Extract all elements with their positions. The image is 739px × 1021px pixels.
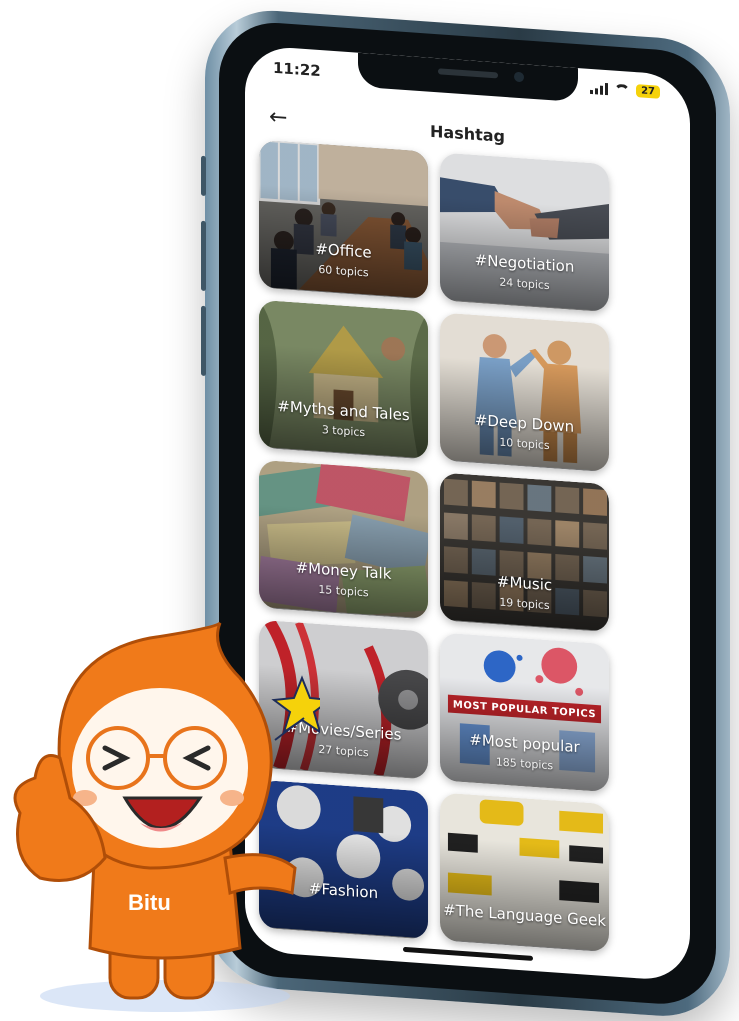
battery-badge: 27 xyxy=(636,84,660,99)
mascot-bitu: Bitu xyxy=(0,618,320,1018)
hashtag-card-language-geek[interactable]: #The Language Geek xyxy=(440,792,609,952)
front-camera xyxy=(513,71,524,83)
mascot-illustration xyxy=(13,621,320,1000)
home-indicator[interactable] xyxy=(402,946,533,961)
hashtag-card-deep-down[interactable]: #Deep Down 10 topics xyxy=(440,312,609,472)
volume-down-button xyxy=(201,305,206,377)
status-time: 11:22 xyxy=(273,58,321,81)
speaker xyxy=(437,68,498,79)
hashtag-card-most-popular[interactable]: MOST POPULAR TOPICS #Most popular 185 to… xyxy=(440,632,609,792)
wifi-icon xyxy=(614,83,630,96)
volume-up-button xyxy=(201,220,206,292)
hashtag-card-money-talk[interactable]: #Money Talk 15 topics xyxy=(259,459,428,620)
hashtag-card-music[interactable]: #Music 19 topics xyxy=(440,472,609,632)
status-icons: 27 xyxy=(590,81,660,99)
notch xyxy=(357,52,578,103)
hashtag-card-negotiation[interactable]: #Negotiation 24 topics xyxy=(440,152,609,312)
most-popular-banner: MOST POPULAR TOPICS xyxy=(452,699,597,721)
mascot-name: Bitu xyxy=(128,890,171,915)
mute-switch xyxy=(201,155,206,197)
hashtag-card-myths-and-tales[interactable]: #Myths and Tales 3 topics xyxy=(259,299,428,460)
signal-icon xyxy=(590,81,609,95)
hashtag-title: #The Language Geek xyxy=(443,900,606,931)
hashtag-card-office[interactable]: #Office 60 topics xyxy=(259,139,428,300)
